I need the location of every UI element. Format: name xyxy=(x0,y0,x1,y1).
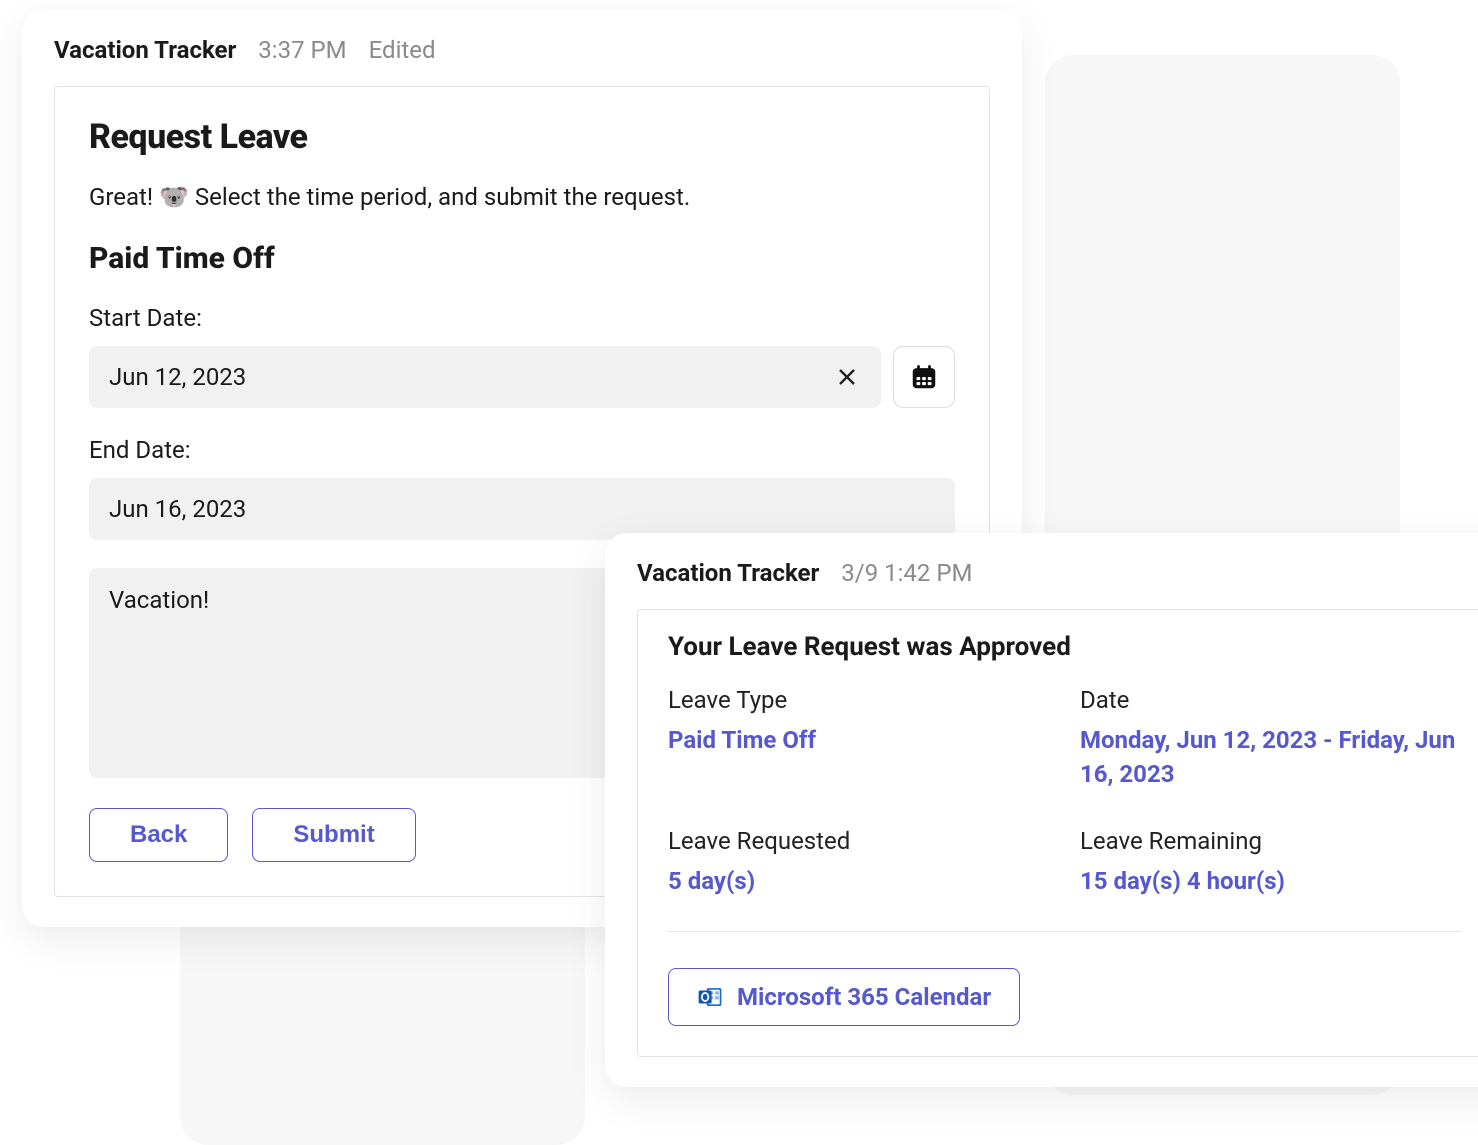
leave-type-label: Leave Type xyxy=(668,686,1050,714)
clear-start-date-icon[interactable] xyxy=(833,363,861,391)
end-date-label: End Date: xyxy=(89,436,955,464)
date-label: Date xyxy=(1080,686,1462,714)
leave-requested-value: 5 day(s) xyxy=(668,865,1050,899)
card-header: Vacation Tracker 3/9 1:42 PM xyxy=(637,559,1478,587)
divider xyxy=(668,931,1462,932)
approval-inner-box: Your Leave Request was Approved Leave Ty… xyxy=(637,609,1478,1057)
leave-type-subtitle: Paid Time Off xyxy=(89,241,955,276)
app-name: Vacation Tracker xyxy=(637,559,819,587)
back-button[interactable]: Back xyxy=(89,808,228,862)
intro-suffix: Select the time period, and submit the r… xyxy=(189,183,690,211)
start-date-label: Start Date: xyxy=(89,304,955,332)
intro-prefix: Great! xyxy=(89,183,159,211)
approval-card: Vacation Tracker 3/9 1:42 PM Your Leave … xyxy=(605,533,1478,1087)
calendar-button-label: Microsoft 365 Calendar xyxy=(737,983,991,1011)
koala-icon: 🐨 xyxy=(159,183,189,211)
card-header: Vacation Tracker 3:37 PM Edited xyxy=(54,36,990,64)
microsoft-365-calendar-button[interactable]: Microsoft 365 Calendar xyxy=(668,968,1020,1026)
timestamp: 3:37 PM xyxy=(258,36,346,64)
leave-remaining-label: Leave Remaining xyxy=(1080,827,1462,855)
approval-title: Your Leave Request was Approved xyxy=(668,632,1462,662)
start-date-row: Jun 12, 2023 xyxy=(89,346,955,408)
submit-button[interactable]: Submit xyxy=(252,808,415,862)
edited-badge: Edited xyxy=(369,36,436,64)
intro-text: Great! 🐨 Select the time period, and sub… xyxy=(89,179,955,215)
detail-grid: Leave Type Paid Time Off Date Monday, Ju… xyxy=(668,686,1462,927)
start-date-input[interactable]: Jun 12, 2023 xyxy=(89,346,881,408)
leave-requested-label: Leave Requested xyxy=(668,827,1050,855)
leave-remaining-value: 15 day(s) 4 hour(s) xyxy=(1080,865,1462,899)
start-date-value: Jun 12, 2023 xyxy=(109,363,819,391)
outlook-icon xyxy=(697,984,723,1010)
start-date-calendar-button[interactable] xyxy=(893,346,955,408)
note-value: Vacation! xyxy=(109,586,209,614)
leave-type-value: Paid Time Off xyxy=(668,724,1050,758)
date-value: Monday, Jun 12, 2023 - Friday, Jun 16, 2… xyxy=(1080,724,1462,791)
end-date-row: Jun 16, 2023 xyxy=(89,478,955,540)
end-date-value: Jun 16, 2023 xyxy=(109,495,935,523)
app-name: Vacation Tracker xyxy=(54,36,236,64)
timestamp: 3/9 1:42 PM xyxy=(841,559,972,587)
request-title: Request Leave xyxy=(89,117,955,157)
end-date-input[interactable]: Jun 16, 2023 xyxy=(89,478,955,540)
